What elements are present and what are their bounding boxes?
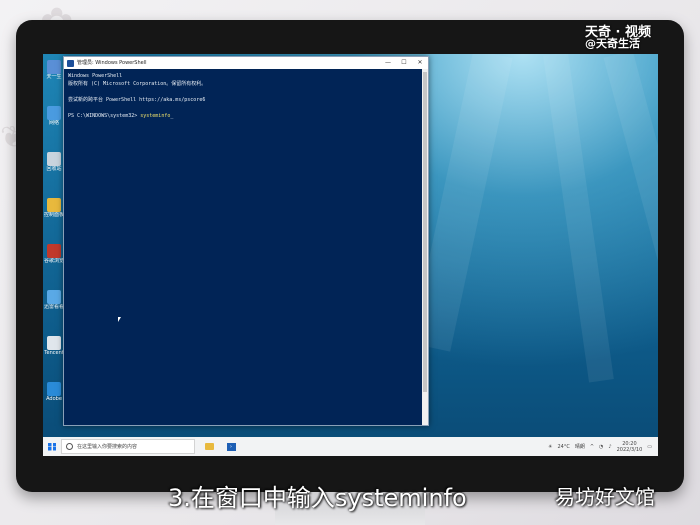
mouse-cursor-icon	[118, 317, 121, 322]
desktop-icon-label: 谷歌浏览	[43, 258, 64, 264]
window-title: 管理员: Windows PowerShell	[77, 60, 147, 66]
maximize-button[interactable]: ☐	[396, 57, 412, 69]
console-line: 尝试新的跨平台 PowerShell https://aka.ms/pscore…	[68, 97, 206, 103]
desktop-icon-label: Adobe	[46, 396, 62, 402]
video-watermark-sub: @天奇生活	[585, 37, 640, 50]
minimize-button[interactable]: —	[380, 57, 396, 69]
app-icon	[47, 60, 61, 74]
network-icon[interactable]: ◔	[599, 444, 603, 450]
desktop-icon-label: 网络	[48, 120, 59, 126]
desktop-icon[interactable]: 控制面板	[43, 198, 65, 218]
app-icon	[47, 152, 61, 166]
scrollbar-thumb[interactable]	[423, 72, 427, 392]
console-prompt: PS C:\WINDOWS\system32>	[68, 113, 141, 119]
windows-logo-icon	[48, 442, 56, 451]
close-button[interactable]: ✕	[412, 57, 428, 69]
taskbar-search-box[interactable]: 在这里输入你要搜索的内容	[61, 439, 195, 454]
desktop-screen: 天一生网络回收站控制面板谷歌浏览迅雷看看 Tencent Adobe 管理员: Wi…	[43, 54, 658, 456]
app-icon	[47, 336, 61, 350]
powershell-window[interactable]: 管理员: Windows PowerShell — ☐ ✕ Windows Po…	[63, 56, 429, 426]
system-tray: ☀ 24°C 晴朗 ^ ◔ ♪ 20:20 2022/3/10 ▭	[548, 441, 658, 453]
weather-icon[interactable]: ☀	[548, 444, 552, 450]
desktop-icon-label: 迅雷看看	[43, 304, 64, 310]
start-button[interactable]	[43, 437, 61, 456]
text-caret: _	[170, 113, 174, 119]
app-icon	[47, 290, 61, 304]
desktop-icon[interactable]: Tencent	[43, 336, 65, 356]
taskbar-powershell[interactable]: ›	[223, 440, 239, 454]
window-titlebar[interactable]: 管理员: Windows PowerShell — ☐ ✕	[64, 57, 428, 69]
taskbar: 在这里输入你要搜索的内容 › ☀ 24°C 晴朗 ^ ◔ ♪ 20:20 202…	[43, 437, 658, 456]
app-icon	[47, 244, 61, 258]
volume-icon[interactable]: ♪	[608, 444, 611, 450]
light-ray	[603, 54, 658, 348]
folder-icon	[204, 443, 214, 450]
console-line: Windows PowerShell	[68, 73, 123, 79]
desktop-icon[interactable]: 天一生	[43, 60, 65, 80]
desktop-icon-label: 回收站	[46, 166, 62, 172]
app-icon	[47, 198, 61, 212]
desktop-icon-label: 控制面板	[43, 212, 64, 218]
desktop-icon-label: 天一生	[46, 74, 62, 80]
desktop-icon[interactable]: 迅雷看看	[43, 290, 65, 310]
light-ray	[543, 54, 614, 383]
desktop-icon[interactable]: 网络	[43, 106, 65, 126]
console-line: 版权所有 (C) Microsoft Corporation。保留所有权利。	[68, 81, 207, 87]
desktop-icon[interactable]: Adobe	[43, 382, 65, 402]
chevron-up-icon[interactable]: ^	[590, 444, 594, 450]
taskbar-clock[interactable]: 20:20 2022/3/10	[617, 441, 643, 453]
search-placeholder: 在这里输入你要搜索的内容	[77, 444, 138, 450]
app-icon	[47, 382, 61, 396]
step-caption: 3.在窗口中输入systeminfo	[168, 484, 467, 512]
brand-logo: 易坊好文馆	[555, 485, 655, 509]
desktop-icon[interactable]: 回收站	[43, 152, 65, 172]
notification-icon[interactable]: ▭	[647, 444, 652, 450]
app-icon	[47, 106, 61, 120]
desktop-icon-label: Tencent	[44, 350, 64, 356]
vertical-scrollbar[interactable]	[422, 69, 428, 425]
clock-date: 2022/3/10	[616, 446, 643, 453]
powershell-icon: ›	[226, 442, 236, 451]
powershell-icon	[67, 59, 74, 67]
console-command: systeminfo	[140, 113, 171, 119]
weather-desc: 晴朗	[574, 444, 585, 450]
weather-temp: 24°C	[557, 443, 570, 450]
console-prompt-line[interactable]: PS C:\WINDOWS\system32> systeminfo_	[68, 112, 424, 120]
desktop-icon[interactable]: 谷歌浏览	[43, 244, 65, 264]
taskbar-file-explorer[interactable]	[201, 440, 217, 454]
search-icon	[66, 443, 73, 450]
console-output[interactable]: Windows PowerShell 版权所有 (C) Microsoft Co…	[64, 69, 428, 123]
